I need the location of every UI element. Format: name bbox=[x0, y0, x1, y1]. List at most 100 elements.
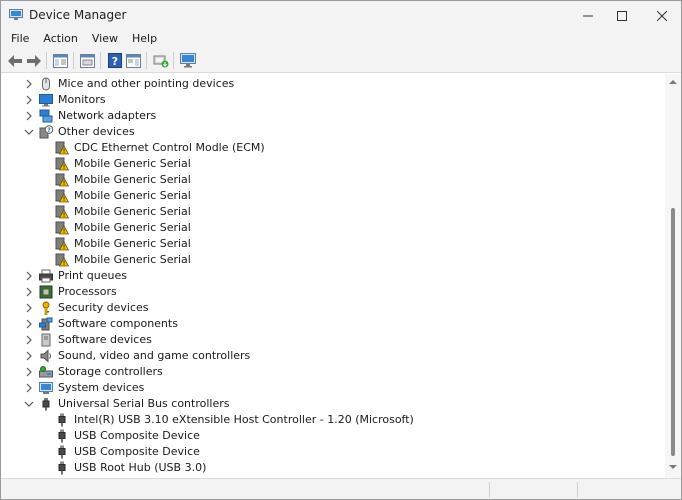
tree-item-mobile-generic-serial[interactable]: Mobile Generic Serial bbox=[1, 236, 661, 252]
tree-item-other-devices[interactable]: ? Other devices bbox=[1, 124, 661, 140]
tree-item-mobile-generic-serial[interactable]: Mobile Generic Serial bbox=[1, 172, 661, 188]
tree-item-label: Monitors bbox=[58, 93, 106, 106]
forward-button[interactable] bbox=[24, 51, 43, 70]
tree-item-software-components[interactable]: Software components bbox=[1, 316, 661, 332]
tree-item-intel-usb-host-controller[interactable]: Intel(R) USB 3.10 eXtensible Host Contro… bbox=[1, 412, 661, 428]
back-button[interactable] bbox=[5, 51, 24, 70]
tree-item-label: Software devices bbox=[58, 333, 152, 346]
chevron-right-icon[interactable] bbox=[24, 351, 34, 361]
chevron-right-icon[interactable] bbox=[24, 319, 34, 329]
unknown-device-icon: ? bbox=[39, 125, 53, 139]
action-pane-button[interactable] bbox=[124, 51, 143, 70]
device-manager-app-icon bbox=[9, 9, 23, 20]
device-manager-window: Device Manager File Action View Help ? M… bbox=[0, 0, 682, 500]
show-hide-console-tree-button[interactable] bbox=[51, 51, 70, 70]
usb-device-icon bbox=[58, 413, 66, 427]
tree-item-software-devices[interactable]: Software devices bbox=[1, 332, 661, 348]
warning-device-icon bbox=[55, 141, 69, 155]
tree-item-usb-root-hub[interactable]: USB Root Hub (USB 3.0) bbox=[1, 460, 661, 476]
tree-item-usb-composite-device[interactable]: USB Composite Device bbox=[1, 444, 661, 460]
svg-text:?: ? bbox=[47, 127, 51, 134]
chevron-right-icon[interactable] bbox=[24, 95, 34, 105]
tree-item-label: Universal Serial Bus controllers bbox=[58, 397, 230, 410]
usb-device-icon bbox=[58, 461, 66, 475]
tree-item-cdc-ethernet[interactable]: CDC Ethernet Control Modle (ECM) bbox=[1, 140, 661, 156]
show-hide-console-tree-icon bbox=[53, 53, 68, 68]
chevron-right-icon[interactable] bbox=[24, 303, 34, 313]
toolbar-separator bbox=[100, 52, 101, 69]
chevron-down-icon[interactable] bbox=[24, 127, 34, 137]
system-device-icon bbox=[39, 382, 53, 394]
warning-device-icon bbox=[55, 173, 69, 187]
action-pane-icon bbox=[126, 53, 141, 68]
tree-item-processors[interactable]: Processors bbox=[1, 284, 661, 300]
monitor-icon bbox=[39, 94, 53, 107]
vertical-scrollbar[interactable] bbox=[665, 74, 681, 478]
status-bar bbox=[1, 478, 681, 499]
scan-hardware-icon bbox=[179, 53, 196, 68]
warning-device-icon bbox=[55, 237, 69, 251]
tree-item-label: Security devices bbox=[58, 301, 149, 314]
scrollbar-thumb[interactable] bbox=[671, 208, 675, 456]
menu-help[interactable]: Help bbox=[125, 30, 164, 48]
tree-item-label: System devices bbox=[58, 381, 145, 394]
tree-item-mice[interactable]: Mice and other pointing devices bbox=[1, 76, 661, 92]
scroll-down-icon[interactable] bbox=[669, 464, 677, 470]
chevron-right-icon[interactable] bbox=[24, 111, 34, 121]
chevron-right-icon[interactable] bbox=[24, 271, 34, 281]
tree-item-sound-video-game[interactable]: Sound, video and game controllers bbox=[1, 348, 661, 364]
menu-file[interactable]: File bbox=[4, 30, 36, 48]
menu-action[interactable]: Action bbox=[36, 30, 84, 48]
tree-item-label: Mobile Generic Serial bbox=[74, 221, 191, 234]
tree-item-label: CDC Ethernet Control Modle (ECM) bbox=[74, 141, 265, 154]
chevron-right-icon[interactable] bbox=[24, 367, 34, 377]
close-button[interactable] bbox=[639, 1, 681, 30]
tree-item-label: Mobile Generic Serial bbox=[74, 205, 191, 218]
toolbar-separator bbox=[46, 52, 47, 69]
tree-item-label: USB Composite Device bbox=[74, 445, 200, 458]
tree-item-storage-controllers[interactable]: Storage controllers bbox=[1, 364, 661, 380]
chevron-right-icon[interactable] bbox=[24, 79, 34, 89]
update-driver-icon bbox=[153, 55, 168, 68]
tree-item-mobile-generic-serial[interactable]: Mobile Generic Serial bbox=[1, 204, 661, 220]
tree-item-label: Other devices bbox=[58, 125, 135, 138]
chevron-right-icon[interactable] bbox=[24, 287, 34, 297]
tree-item-label: Processors bbox=[58, 285, 117, 298]
chevron-right-icon[interactable] bbox=[24, 335, 34, 345]
properties-icon bbox=[80, 53, 95, 68]
tree-item-monitors[interactable]: Monitors bbox=[1, 92, 661, 108]
tree-item-print-queues[interactable]: Print queues bbox=[1, 268, 661, 284]
tree-item-label: USB Composite Device bbox=[74, 429, 200, 442]
update-driver-button[interactable] bbox=[151, 51, 170, 70]
tree-item-label: Print queues bbox=[58, 269, 127, 282]
toolbar: ? bbox=[1, 48, 681, 73]
tree-item-network-adapters[interactable]: Network adapters bbox=[1, 108, 661, 124]
speaker-icon bbox=[40, 349, 51, 363]
tree-item-mobile-generic-serial[interactable]: Mobile Generic Serial bbox=[1, 252, 661, 268]
properties-button[interactable] bbox=[78, 51, 97, 70]
warning-device-icon bbox=[55, 157, 69, 171]
tree-item-label: Mice and other pointing devices bbox=[58, 77, 235, 90]
menu-view[interactable]: View bbox=[85, 30, 125, 48]
tree-item-mobile-generic-serial[interactable]: Mobile Generic Serial bbox=[1, 188, 661, 204]
software-component-icon bbox=[39, 317, 53, 331]
tree-item-usb-composite-device[interactable]: USB Composite Device bbox=[1, 428, 661, 444]
tree-item-mobile-generic-serial[interactable]: Mobile Generic Serial bbox=[1, 220, 661, 236]
chevron-down-icon[interactable] bbox=[24, 399, 34, 409]
scroll-up-icon[interactable] bbox=[669, 79, 677, 85]
tree-item-label: Intel(R) USB 3.10 eXtensible Host Contro… bbox=[74, 413, 414, 426]
toolbar-separator bbox=[146, 52, 147, 69]
toolbar-separator bbox=[173, 52, 174, 69]
tree-item-mobile-generic-serial[interactable]: Mobile Generic Serial bbox=[1, 156, 661, 172]
back-arrow-icon bbox=[7, 54, 22, 67]
chevron-right-icon[interactable] bbox=[24, 383, 34, 393]
scan-hardware-button[interactable] bbox=[178, 51, 197, 70]
tree-item-label: Mobile Generic Serial bbox=[74, 253, 191, 266]
warning-device-icon bbox=[55, 189, 69, 203]
warning-device-icon bbox=[55, 221, 69, 235]
tree-item-system-devices[interactable]: System devices bbox=[1, 380, 661, 396]
help-button[interactable]: ? bbox=[105, 51, 124, 70]
tree-item-usb-controllers[interactable]: Universal Serial Bus controllers bbox=[1, 396, 661, 412]
status-bar-divider bbox=[489, 482, 490, 498]
tree-item-security-devices[interactable]: Security devices bbox=[1, 300, 661, 316]
